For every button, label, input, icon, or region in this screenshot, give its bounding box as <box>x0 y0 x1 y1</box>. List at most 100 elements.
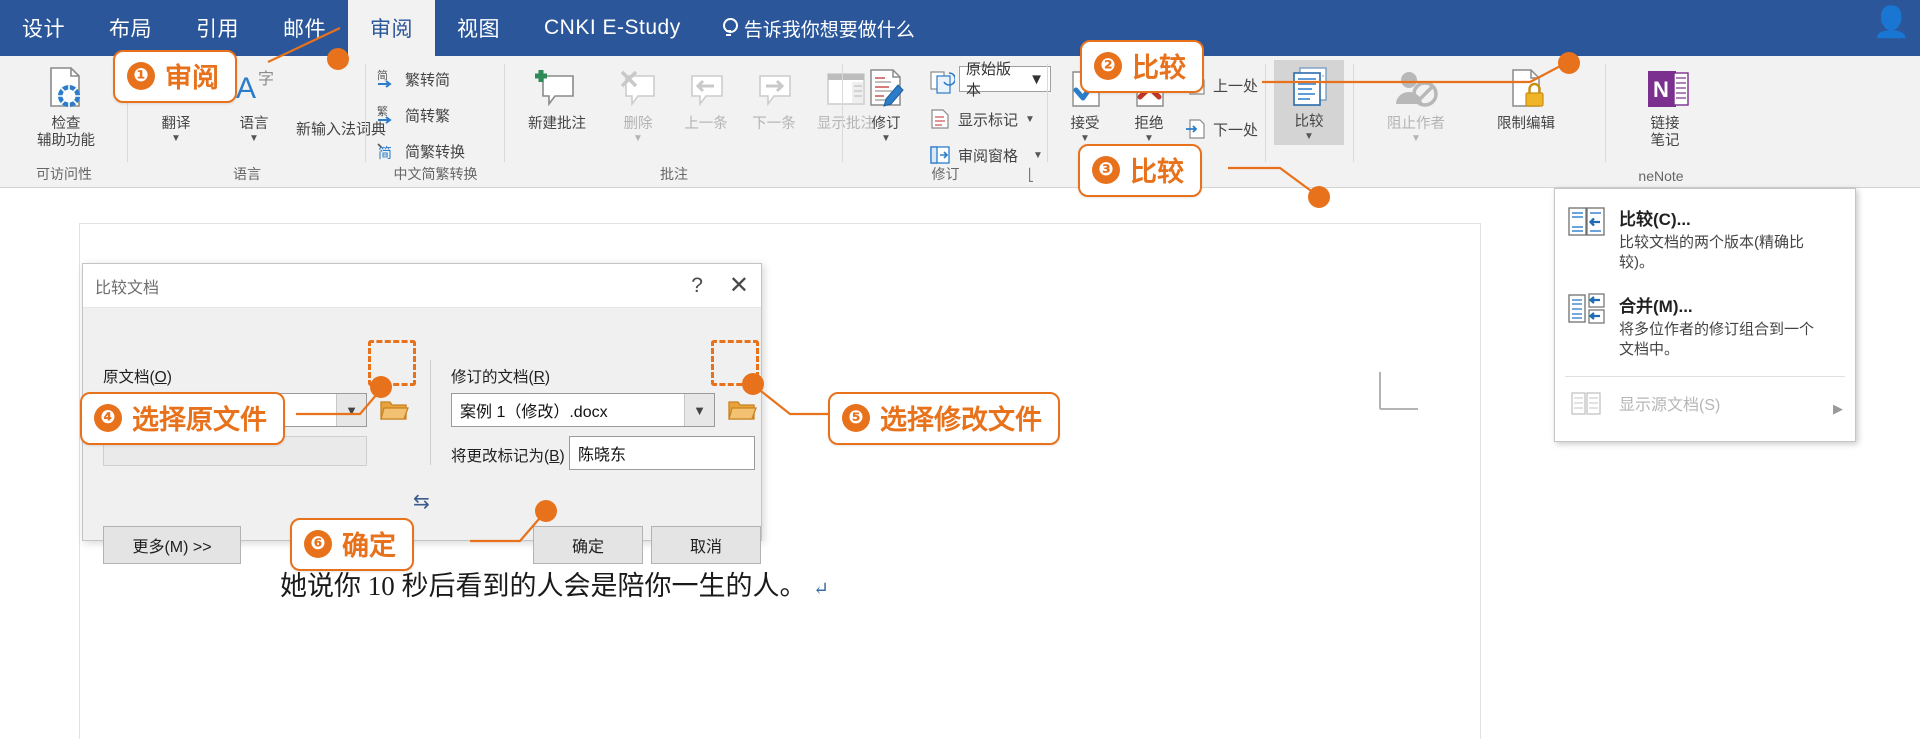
callout-2-number: ❷ <box>1094 51 1122 80</box>
check-accessibility-button[interactable]: 检查 辅助功能 <box>18 62 114 149</box>
linked-notes-label-2: 笔记 <box>1650 132 1680 149</box>
reviewing-pane-button[interactable]: 审阅窗格 ▼ <box>929 144 1043 166</box>
label-changes-with-label: 将更改标记为(B) <box>451 444 565 466</box>
delete-comment-icon <box>603 62 673 116</box>
ribbon-group-chinese-conversion: 简 繁转简 繁 简转繁 简 简繁转换 中文简繁转换 <box>366 56 505 188</box>
browse-original-button[interactable] <box>377 393 411 427</box>
callout-6-text: 确定 <box>342 531 396 561</box>
compare-caret-icon[interactable]: ▼ <box>1274 131 1344 141</box>
previous-change-label: 上一处 <box>1213 77 1259 95</box>
next-change-button[interactable]: 下一处 <box>1184 118 1258 140</box>
document-text-content: 她说你 10 秒后看到的人会是陪你一生的人。 <box>280 571 807 601</box>
account-person-icon[interactable]: 👤 <box>1873 8 1910 38</box>
label-changes-pre: 将更改标记为( <box>451 448 550 465</box>
track-changes-caret-icon[interactable]: ▼ <box>851 133 921 143</box>
close-icon[interactable]: ✕ <box>729 273 749 298</box>
reject-caret-icon[interactable]: ▼ <box>1118 133 1180 143</box>
reviewing-pane-icon <box>929 144 951 166</box>
dialog-column-divider <box>430 360 431 465</box>
tab-view[interactable]: 视图 <box>435 0 522 56</box>
tab-cnki-estudy[interactable]: CNKI E-Study <box>522 0 703 56</box>
chinese-conversion-button[interactable]: 简 简繁转换 <box>376 140 465 162</box>
compare-button[interactable]: 比较 ▼ <box>1274 60 1344 145</box>
ribbon-tabs: 设计 布局 引用 邮件 审阅 视图 CNKI E-Study 告诉我你想要做什么 <box>0 0 933 56</box>
callout-1: ❶ 审阅 <box>113 50 237 103</box>
simp-to-trad-button[interactable]: 繁 简转繁 <box>376 104 450 126</box>
tell-me-box[interactable]: 告诉我你想要做什么 <box>703 0 933 56</box>
callout-1-text: 审阅 <box>165 63 219 93</box>
show-markup-icon <box>929 108 951 130</box>
dialog-title: 比较文档 <box>95 279 160 297</box>
dialog-titlebar: 比较文档 ? ✕ <box>83 264 761 308</box>
tracking-dialog-launcher[interactable]: ⎣ <box>1028 168 1042 182</box>
chevron-down-icon[interactable]: ▼ <box>336 394 366 426</box>
callout-3-text: 比较 <box>1130 157 1184 187</box>
menu-item-show-source-title: 显示源文档(S) <box>1619 397 1721 414</box>
block-authors-button: 阻止作者 ▼ <box>1364 62 1468 143</box>
callout-dot-1 <box>327 48 349 70</box>
simp-to-trad-label: 简转繁 <box>405 107 451 125</box>
more-options-label: 更多(M) >> <box>132 539 212 556</box>
label-changes-with-input[interactable]: 陈晓东 <box>569 436 755 470</box>
ribbon-group-comments: 新建批注 删除 ▼ 上一条 下一条 显示批注 批注 <box>505 56 875 188</box>
menu-item-compare-desc: 比较文档的两个版本(精确比较)。 <box>1619 234 1804 272</box>
callout-2: ❷ 比较 <box>1080 40 1204 93</box>
group-label-language: 语言 <box>233 166 261 182</box>
group-label-onenote: neNote <box>1638 168 1684 184</box>
svg-text:字: 字 <box>258 70 274 88</box>
ok-button-label: 确定 <box>571 539 604 556</box>
show-markup-button[interactable]: 显示标记 ▼ <box>929 108 1035 130</box>
revised-label-key: R <box>533 369 545 386</box>
revised-document-combo[interactable]: 案例 1（修改）.docx ▼ <box>451 393 715 427</box>
more-options-button[interactable]: 更多(M) >> <box>103 526 241 564</box>
ribbon-tabbar: 设计 布局 引用 邮件 审阅 视图 CNKI E-Study 告诉我你想要做什么… <box>0 0 1920 56</box>
next-comment-icon <box>739 62 809 116</box>
tab-design[interactable]: 设计 <box>0 0 87 56</box>
accept-caret-icon[interactable]: ▼ <box>1054 133 1116 143</box>
callout-5-number: ❺ <box>842 403 870 432</box>
menu-item-compare[interactable]: 比较(C)... 比较文档的两个版本(精确比较)。 <box>1555 197 1855 284</box>
track-changes-icon <box>851 62 921 116</box>
menu-item-show-source: 显示源文档(S) ▶ <box>1555 383 1855 437</box>
revised-document-value: 案例 1（修改）.docx <box>460 404 608 421</box>
show-source-icon <box>1567 391 1607 427</box>
chevron-down-icon[interactable]: ▼ <box>1025 114 1035 125</box>
callout-6: ❻ 确定 <box>290 518 414 571</box>
tab-layout[interactable]: 布局 <box>87 0 174 56</box>
tab-references[interactable]: 引用 <box>174 0 261 56</box>
restrict-editing-label: 限制编辑 <box>1497 116 1555 132</box>
svg-text:N: N <box>1653 77 1669 102</box>
tab-review[interactable]: 审阅 <box>348 0 435 56</box>
track-changes-button[interactable]: 修订 ▼ <box>851 62 921 143</box>
chevron-down-icon[interactable]: ▼ <box>1029 71 1044 88</box>
markup-display-combo[interactable]: 原始版本 ▼ <box>959 61 1051 99</box>
folder-open-icon <box>380 401 409 420</box>
track-changes-label: 修订 <box>871 116 901 132</box>
swap-arrows-icon[interactable]: ⇆ <box>413 492 430 512</box>
chevron-down-icon[interactable]: ▼ <box>1033 150 1043 161</box>
browse-revised-button[interactable] <box>725 393 759 427</box>
ribbon: 检查 辅助功能 可访问性 a 翻译 ▼ A 字 <box>0 56 1920 188</box>
previous-comment-label: 上一条 <box>684 116 728 132</box>
simp-to-trad-icon: 繁 <box>376 104 398 126</box>
callout-5: ❺ 选择修改文件 <box>828 392 1060 445</box>
compare-label: 比较 <box>1294 114 1324 130</box>
folder-open-icon <box>728 401 757 420</box>
markup-display-icon <box>929 70 956 98</box>
ok-button[interactable]: 确定 <box>533 526 643 564</box>
language-caret-icon[interactable]: ▼ <box>216 133 292 143</box>
cancel-button[interactable]: 取消 <box>651 526 761 564</box>
block-authors-caret-icon: ▼ <box>1411 132 1421 144</box>
help-icon[interactable]: ? <box>691 274 703 298</box>
translate-caret-icon[interactable]: ▼ <box>138 133 214 143</box>
block-authors-icon <box>1364 62 1468 116</box>
new-comment-button[interactable]: 新建批注 <box>513 62 601 133</box>
label-changes-with-value: 陈晓东 <box>578 447 627 464</box>
translate-label: 翻译 <box>161 116 191 132</box>
callout-2-text: 比较 <box>1132 53 1186 83</box>
chevron-down-icon[interactable]: ▼ <box>684 394 714 426</box>
menu-item-combine[interactable]: 合并(M)... 将多位作者的修订组合到一个文档中。 <box>1555 284 1855 371</box>
svg-text:繁: 繁 <box>377 104 388 118</box>
trad-to-simp-button[interactable]: 简 繁转简 <box>376 68 450 90</box>
linked-notes-button[interactable]: N 链接 笔记 <box>1620 62 1710 149</box>
